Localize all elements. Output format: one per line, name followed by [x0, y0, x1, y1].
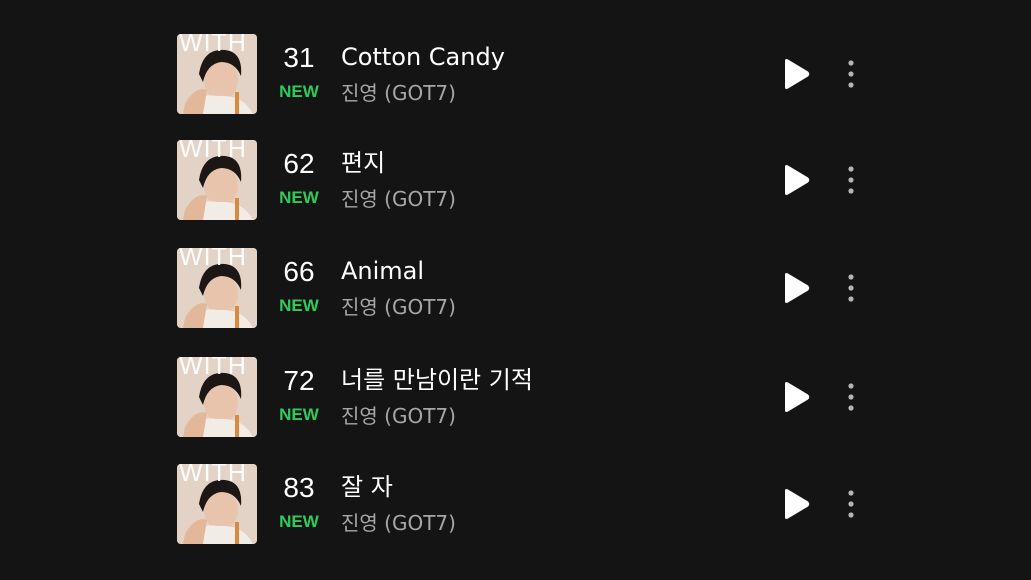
track-title[interactable]: Cotton Candy [341, 40, 505, 74]
play-icon [785, 489, 810, 519]
new-badge: NEW [279, 82, 319, 101]
track-title[interactable]: Animal [341, 254, 424, 288]
track-artist[interactable]: 진영 (GOT7) [341, 402, 456, 430]
track-artist[interactable]: 진영 (GOT7) [341, 79, 456, 107]
new-badge: NEW [279, 512, 319, 531]
play-button[interactable] [780, 486, 812, 522]
play-icon [785, 59, 810, 89]
more-options-button[interactable] [836, 162, 866, 198]
chart-rank: 72 [283, 365, 315, 396]
track-artist[interactable]: 진영 (GOT7) [341, 293, 456, 321]
chart-rank: 66 [283, 256, 315, 287]
album-cover[interactable]: WITH [177, 357, 257, 437]
play-icon [785, 273, 810, 303]
track-row[interactable]: WITH 62 NEW 편지 진영 (GOT7) [0, 140, 1031, 222]
album-cover[interactable]: WITH [177, 34, 257, 114]
chart-rank: 31 [283, 42, 315, 73]
more-vertical-icon [848, 166, 854, 194]
more-options-button[interactable] [836, 270, 866, 306]
more-vertical-icon [848, 60, 854, 88]
track-row[interactable]: WITH 66 NEW Animal 진영 (GOT7) [0, 248, 1031, 330]
play-button[interactable] [780, 56, 812, 92]
chart-track-list: WITH 31 NEW Cotton Candy 진영 (GOT7) WITH … [0, 0, 1031, 580]
more-vertical-icon [848, 274, 854, 302]
more-options-button[interactable] [836, 56, 866, 92]
track-row[interactable]: WITH 31 NEW Cotton Candy 진영 (GOT7) [0, 34, 1031, 116]
track-title[interactable]: 잘 자 [341, 470, 393, 504]
new-badge: NEW [279, 188, 319, 207]
album-cover-text: WITH [179, 140, 247, 163]
album-cover-text: WITH [179, 357, 247, 380]
track-title[interactable]: 너를 만남이란 기적 [341, 363, 533, 397]
album-cover-text: WITH [179, 464, 247, 487]
play-button[interactable] [780, 379, 812, 415]
album-cover-text: WITH [179, 34, 247, 57]
track-row[interactable]: WITH 72 NEW 너를 만남이란 기적 진영 (GOT7) [0, 357, 1031, 439]
new-badge: NEW [279, 405, 319, 424]
chart-rank: 83 [283, 472, 315, 503]
chart-rank: 62 [283, 148, 315, 179]
album-cover[interactable]: WITH [177, 464, 257, 544]
track-artist[interactable]: 진영 (GOT7) [341, 185, 456, 213]
more-options-button[interactable] [836, 379, 866, 415]
more-vertical-icon [848, 490, 854, 518]
track-artist[interactable]: 진영 (GOT7) [341, 509, 456, 537]
new-badge: NEW [279, 296, 319, 315]
play-button[interactable] [780, 162, 812, 198]
play-button[interactable] [780, 270, 812, 306]
track-title[interactable]: 편지 [341, 146, 385, 180]
more-options-button[interactable] [836, 486, 866, 522]
more-vertical-icon [848, 383, 854, 411]
album-cover[interactable]: WITH [177, 140, 257, 220]
album-cover-text: WITH [179, 248, 247, 271]
track-row[interactable]: WITH 83 NEW 잘 자 진영 (GOT7) [0, 464, 1031, 546]
play-icon [785, 382, 810, 412]
play-icon [785, 165, 810, 195]
album-cover[interactable]: WITH [177, 248, 257, 328]
